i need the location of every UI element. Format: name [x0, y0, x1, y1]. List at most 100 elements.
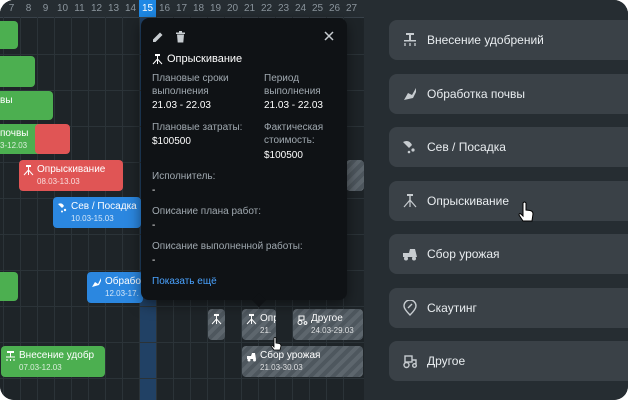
executor-value: - [152, 185, 156, 196]
sidebar-item-other[interactable]: Другое [389, 341, 628, 381]
app-frame: 7 8 9 10 11 12 13 14 15 16 17 18 19 20 21 22 23 24 25 26 27 … [0, 0, 628, 400]
sidebar-item-harvest[interactable]: Сбор урожая [389, 234, 628, 274]
edit-icon[interactable] [152, 31, 164, 43]
task-bar-partial-4[interactable] [0, 272, 18, 301]
gantt-chart: 7 8 9 10 11 12 13 14 15 16 17 18 19 20 21 22 23 24 25 26 27 … [0, 0, 364, 400]
soil-icon [91, 277, 102, 288]
soil-icon [402, 86, 418, 102]
hand-cursor-icon [517, 201, 535, 223]
task-title: Опрыскивание [37, 164, 106, 175]
timeline-day-21: 21 [243, 3, 256, 14]
timeline-day-17: 17 [175, 3, 188, 14]
task-bar-partial-1[interactable] [0, 21, 18, 49]
sidebar-item-scouting[interactable]: Скаутинг [389, 288, 628, 328]
task-bar-gray-edge[interactable] [346, 160, 364, 191]
task-bar-sowing[interactable]: Сев / Посадка 10.03-15.03 [53, 197, 141, 228]
task-title: почвы [0, 128, 29, 139]
grid-row-line [0, 342, 364, 343]
planned-dates-value: 21.03 - 22.03 [152, 100, 211, 111]
timeline-day-8: 8 [25, 3, 32, 14]
task-dates: 12.03-17. [105, 289, 139, 298]
period-value: 21.03 - 22.03 [264, 100, 323, 111]
task-bar-spraying[interactable]: Опрыскивание 08.03-13.03 [19, 160, 123, 191]
sidebar-item-label: Обработка почвы [427, 87, 526, 101]
timeline-day-16: 16 [158, 3, 171, 14]
sidebar-item-fertilizer[interactable]: Внесение удобрений [389, 20, 628, 60]
task-bar-harvest[interactable]: Сбор урожая 21.03-30.03 [242, 346, 363, 377]
fertilizer-icon [5, 351, 16, 362]
hand-cursor-icon [270, 337, 282, 351]
planned-cost-label: Плановые затраты: [152, 122, 243, 133]
task-title: Обрабо [105, 276, 141, 287]
spray-icon [402, 193, 418, 209]
fertilizer-icon [402, 32, 418, 48]
planned-cost-value: $100500 [152, 136, 191, 147]
grid-row-line [0, 378, 364, 379]
task-bar-processing[interactable]: Обрабо 12.03-17. [87, 272, 143, 303]
sidebar-item-soil[interactable]: Обработка почвы [389, 74, 628, 114]
done-description-label: Описание выполненной работы: [152, 241, 303, 252]
sidebar-item-spraying[interactable]: Опрыскивание [389, 181, 628, 223]
timeline-day-18: 18 [192, 3, 205, 14]
sidebar-item-label: Сев / Посадка [427, 140, 506, 154]
task-dates: 24.03-29.03 [311, 326, 354, 335]
sowing-icon [57, 202, 68, 213]
task-bar-partial-2[interactable] [0, 56, 35, 87]
done-description-value: - [152, 255, 156, 266]
task-dates: 10.03-15.03 [71, 214, 114, 223]
tractor-icon [297, 314, 308, 325]
task-details-popup: Опрыскивание Плановые сроки выполнения 2… [141, 18, 347, 308]
task-bar-gray-small[interactable] [208, 309, 225, 340]
timeline-day-15: 15 [139, 0, 156, 17]
timeline-day-24: 24 [294, 3, 307, 14]
popup-title: Опрыскивание [167, 53, 243, 65]
timeline-day-13: 13 [107, 3, 120, 14]
harvest-icon [246, 351, 257, 362]
task-dates: 3-12.03 [0, 141, 28, 150]
actual-cost-value: $100500 [264, 150, 303, 161]
timeline-day-11: 11 [74, 3, 85, 14]
spray-icon [152, 54, 163, 65]
show-more-link[interactable]: Показать ещё [152, 275, 217, 288]
timeline-day-7: 7 [8, 3, 15, 14]
task-dates: 08.03-13.03 [37, 177, 80, 186]
sidebar-item-label: Опрыскивание [427, 194, 510, 208]
task-title: Внесение удобр [19, 350, 95, 361]
task-dates: 21.03-30.03 [260, 363, 303, 372]
task-title: Другое [311, 313, 343, 324]
timeline-day-20: 20 [226, 3, 239, 14]
sidebar-item-label: Сбор урожая [427, 247, 500, 261]
timeline-day-10: 10 [56, 3, 69, 14]
task-title: вы [0, 95, 13, 106]
sowing-icon [402, 139, 418, 155]
timeline-day-26: 26 [328, 3, 341, 14]
task-bar-partial-3[interactable]: вы [0, 91, 53, 120]
close-icon[interactable] [324, 31, 334, 41]
plan-description-label: Описание плана работ: [152, 206, 262, 217]
task-type-sidebar: Внесение удобрений Обработка почвы Сев /… [364, 0, 628, 400]
timeline-day-9: 9 [42, 3, 49, 14]
task-title: Опр [260, 313, 276, 324]
task-dates: 07.03-12.03 [19, 363, 62, 372]
executor-label: Исполнитель: [152, 171, 216, 182]
timeline-day-23: 23 [277, 3, 290, 14]
task-bar-spraying-gray[interactable]: Опр 21. [242, 309, 276, 340]
delete-icon[interactable] [175, 31, 186, 43]
sidebar-item-label: Внесение удобрений [427, 33, 544, 47]
grid-row-line [0, 306, 364, 307]
task-bar-red-small[interactable] [35, 124, 70, 154]
timeline-day-25: 25 [311, 3, 324, 14]
spray-icon [211, 314, 222, 325]
popup-arrow [251, 292, 267, 308]
task-bar-fertilizer[interactable]: Внесение удобр 07.03-12.03 [1, 346, 105, 377]
task-bar-other[interactable]: Другое 24.03-29.03 [293, 309, 363, 340]
sidebar-item-sowing[interactable]: Сев / Посадка [389, 127, 628, 167]
tractor-icon [402, 353, 418, 369]
timeline-day-14: 14 [124, 3, 137, 14]
period-label: Период выполнения [264, 73, 321, 97]
sidebar-item-label: Другое [427, 354, 466, 368]
timeline-day-12: 12 [90, 3, 103, 14]
timeline-day-22: 22 [260, 3, 273, 14]
planned-dates-label: Плановые сроки выполнения [152, 73, 229, 97]
scouting-icon [402, 300, 418, 316]
